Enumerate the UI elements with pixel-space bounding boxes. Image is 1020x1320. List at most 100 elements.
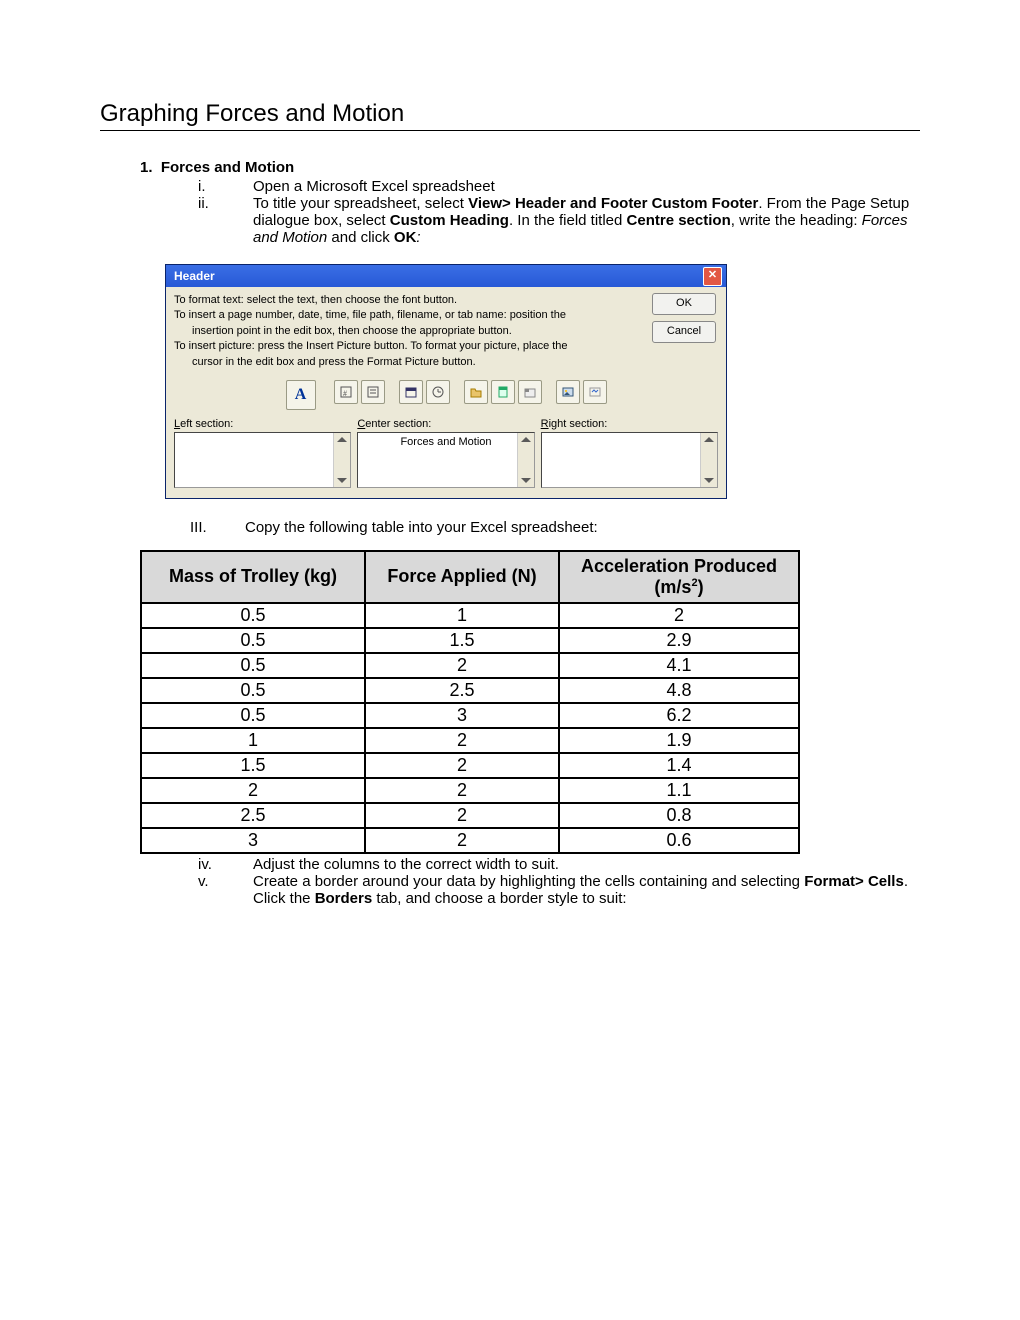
table-cell: 2	[141, 778, 365, 803]
page: Graphing Forces and Motion 1. Forces and…	[100, 0, 920, 907]
table-row: 0.512	[141, 603, 799, 628]
table-cell: 2.5	[141, 803, 365, 828]
list-item-v: v. Create a border around your data by h…	[190, 873, 920, 907]
list-text: To title your spreadsheet, select View> …	[253, 195, 920, 246]
list-marker: i.	[190, 178, 253, 195]
list-item-iv: iv. Adjust the columns to the correct wi…	[190, 856, 920, 873]
table-cell: 2	[365, 828, 559, 853]
section-heading: 1. Forces and Motion	[140, 159, 920, 176]
tabname-icon[interactable]	[518, 380, 542, 404]
scrollbar[interactable]	[333, 433, 350, 487]
left-section: Left section:	[174, 418, 351, 488]
data-table: Mass of Trolley (kg) Force Applied (N) A…	[140, 550, 800, 854]
col-force: Force Applied (N)	[365, 551, 559, 603]
scrollbar[interactable]	[517, 433, 534, 487]
instr-line: To insert a page number, date, time, fil…	[174, 308, 718, 323]
dialog-buttons: OK Cancel	[652, 293, 716, 343]
right-section-label: Right section:	[541, 418, 718, 430]
svg-text:#: #	[343, 389, 347, 398]
instr-line: cursor in the edit box and press the For…	[174, 355, 718, 370]
list-marker: v.	[190, 873, 253, 907]
list-marker: ii.	[190, 195, 253, 246]
table-cell: 2	[559, 603, 799, 628]
table-row: 0.524.1	[141, 653, 799, 678]
center-section-label: Center section:	[357, 418, 534, 430]
table-cell: 3	[365, 703, 559, 728]
section-editors: Left section: Center section: Forces and…	[174, 418, 718, 488]
left-section-input[interactable]	[174, 432, 351, 488]
dialog-title: Header	[174, 269, 215, 283]
table-cell: 0.5	[141, 603, 365, 628]
pages-icon[interactable]	[361, 380, 385, 404]
table-cell: 2	[365, 728, 559, 753]
left-section-label: Left section:	[174, 418, 351, 430]
section-number: 1.	[140, 159, 153, 176]
table-header-row: Mass of Trolley (kg) Force Applied (N) A…	[141, 551, 799, 603]
table-row: 1.521.4	[141, 753, 799, 778]
table-row: 0.51.52.9	[141, 628, 799, 653]
page-number-icon[interactable]: #	[334, 380, 358, 404]
list-text: Create a border around your data by high…	[253, 873, 920, 907]
table-cell: 2	[365, 803, 559, 828]
table-row: 320.6	[141, 828, 799, 853]
table-cell: 3	[141, 828, 365, 853]
filename-icon[interactable]	[491, 380, 515, 404]
dialog-toolbar: A #	[174, 380, 718, 410]
header-dialog: Header ✕ OK Cancel To format text: selec…	[165, 264, 727, 499]
table-row: 0.536.2	[141, 703, 799, 728]
table-cell: 2	[365, 778, 559, 803]
table-row: 2.520.8	[141, 803, 799, 828]
font-button[interactable]: A	[286, 380, 316, 410]
col-mass: Mass of Trolley (kg)	[141, 551, 365, 603]
table-cell: 2	[365, 653, 559, 678]
table-cell: 0.8	[559, 803, 799, 828]
dialog-titlebar: Header ✕	[166, 265, 726, 287]
ok-button[interactable]: OK	[652, 293, 716, 315]
post-table-list: iv. Adjust the columns to the correct wi…	[140, 856, 920, 907]
list-item-III: III. Copy the following table into your …	[140, 519, 920, 536]
table-cell: 2	[365, 753, 559, 778]
table-row: 121.9	[141, 728, 799, 753]
table-cell: 1.1	[559, 778, 799, 803]
table-cell: 0.5	[141, 678, 365, 703]
list-marker: iv.	[190, 856, 253, 873]
list-text: Copy the following table into your Excel…	[245, 519, 920, 536]
format-picture-icon[interactable]	[583, 380, 607, 404]
table-cell: 0.5	[141, 703, 365, 728]
dialog-instructions: To format text: select the text, then ch…	[174, 293, 718, 370]
instr-line: insertion point in the edit box, then ch…	[174, 324, 718, 339]
table-row: 221.1	[141, 778, 799, 803]
ordered-list: i. Open a Microsoft Excel spreadsheet ii…	[140, 178, 920, 246]
table-cell: 4.8	[559, 678, 799, 703]
insert-picture-icon[interactable]	[556, 380, 580, 404]
table-cell: 1.5	[141, 753, 365, 778]
list-marker: III.	[190, 519, 245, 536]
table-cell: 1.4	[559, 753, 799, 778]
table-cell: 2.9	[559, 628, 799, 653]
right-section-input[interactable]	[541, 432, 718, 488]
list-text: Adjust the columns to the correct width …	[253, 856, 920, 873]
cancel-button[interactable]: Cancel	[652, 321, 716, 343]
col-acceleration: Acceleration Produced (m/s2)	[559, 551, 799, 603]
instr-line: To format text: select the text, then ch…	[174, 293, 718, 308]
time-icon[interactable]	[426, 380, 450, 404]
right-section: Right section:	[541, 418, 718, 488]
dialog-body: OK Cancel To format text: select the tex…	[166, 287, 726, 498]
filepath-icon[interactable]	[464, 380, 488, 404]
table-cell: 1.9	[559, 728, 799, 753]
date-icon[interactable]	[399, 380, 423, 404]
list-item-ii: ii. To title your spreadsheet, select Vi…	[190, 195, 920, 246]
center-section-input[interactable]: Forces and Motion	[357, 432, 534, 488]
table-cell: 1	[365, 603, 559, 628]
center-section: Center section: Forces and Motion	[357, 418, 534, 488]
center-section-value: Forces and Motion	[400, 436, 491, 448]
instr-line: To insert picture: press the Insert Pict…	[174, 339, 718, 354]
scrollbar[interactable]	[700, 433, 717, 487]
table-cell: 1	[141, 728, 365, 753]
table-cell: 2.5	[365, 678, 559, 703]
table-cell: 0.5	[141, 628, 365, 653]
table-cell: 0.6	[559, 828, 799, 853]
document-title: Graphing Forces and Motion	[100, 100, 920, 131]
table-cell: 0.5	[141, 653, 365, 678]
close-icon[interactable]: ✕	[703, 267, 722, 286]
